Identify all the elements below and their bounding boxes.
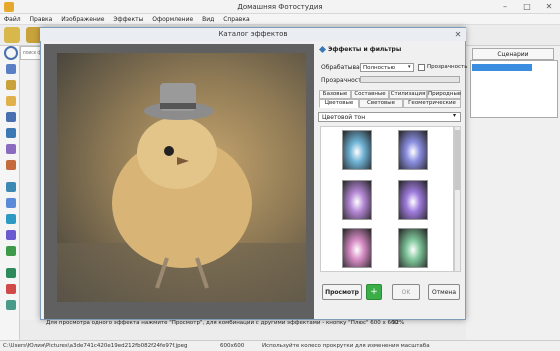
blur-tool-icon[interactable] (6, 198, 16, 208)
preview-button[interactable]: Просмотр (322, 284, 362, 300)
effects-panel-title: Эффекты и фильтры (328, 46, 402, 53)
thumbnail-3[interactable] (342, 180, 372, 220)
thumbnail-4[interactable] (398, 180, 428, 220)
eye-tool-icon[interactable] (6, 182, 16, 192)
plus-icon[interactable]: + (366, 284, 382, 300)
maximize-icon[interactable]: □ (516, 0, 538, 13)
text-tool-icon[interactable] (6, 284, 16, 294)
lasso-tool-icon[interactable] (6, 80, 16, 90)
tab-composite[interactable]: Составные (351, 90, 389, 99)
preview-image (57, 53, 306, 302)
shape-tool-icon[interactable] (6, 300, 16, 310)
chevron-down-icon: ▾ (408, 64, 411, 70)
ok-button[interactable]: OK (392, 284, 420, 300)
tab-natural[interactable]: Природные (427, 90, 461, 99)
search-icon[interactable] (4, 46, 18, 60)
tab-light[interactable]: Световые (359, 99, 403, 108)
tab-scenarios[interactable]: Сценарии (472, 48, 554, 60)
tab-geometric[interactable]: Геометрические (403, 99, 461, 108)
dialog-close-icon[interactable]: ✕ (452, 29, 464, 40)
minimize-icon[interactable]: – (494, 0, 516, 13)
menu-view[interactable]: Вид (198, 14, 217, 23)
link-tool-icon[interactable] (6, 268, 16, 278)
thumbnail-1[interactable] (342, 130, 372, 170)
layers-tool-icon[interactable] (6, 246, 16, 256)
scenarios-selected-item[interactable] (472, 64, 532, 71)
menu-image[interactable]: Изображение (57, 14, 107, 23)
open-icon[interactable] (4, 27, 20, 43)
menu-effects[interactable]: Эффекты (109, 14, 146, 23)
tab-basic[interactable]: Базовые (319, 90, 351, 99)
tools-panel (0, 46, 20, 340)
scrollbar-thumb[interactable] (455, 130, 460, 190)
filter-select[interactable]: Цветовой тон (318, 112, 461, 122)
thumbnail-6[interactable] (398, 228, 428, 268)
zoom-tool-icon[interactable] (6, 96, 16, 106)
chick-illustration (57, 83, 306, 302)
status-hint: Используйте колесо прокрутки для изменен… (262, 343, 430, 349)
brush-tool-icon[interactable] (6, 128, 16, 138)
thumbnail-grid[interactable] (320, 126, 454, 272)
menu-design[interactable]: Оформление (148, 14, 196, 23)
thumbnail-5[interactable] (342, 228, 372, 268)
filter-chevron-down-icon: ▾ (453, 112, 457, 119)
tab-stylization[interactable]: Стилизация (389, 90, 427, 99)
fill-tool-icon[interactable] (6, 160, 16, 170)
close-icon[interactable]: ✕ (538, 0, 560, 13)
menu-file[interactable]: Файл (0, 14, 24, 23)
pen-tool-icon[interactable] (6, 144, 16, 154)
process-select[interactable]: Полностью (360, 63, 414, 72)
thumbnail-2[interactable] (398, 130, 428, 170)
status-file-path: C:\Users\Юлия\Pictures\a3de741c420e19ed2… (3, 343, 188, 349)
menu-bar: Файл Правка Изображение Эффекты Оформлен… (0, 14, 560, 25)
dodge-tool-icon[interactable] (6, 214, 16, 224)
dialog-title: Каталог эффектов (40, 28, 466, 41)
menu-edit[interactable]: Правка (26, 14, 56, 23)
pointer-tool-icon[interactable] (6, 64, 16, 74)
crop-tool-icon[interactable] (6, 112, 16, 122)
menu-help[interactable]: Справка (219, 14, 252, 23)
app-title: Домашняя Фотостудия (237, 3, 323, 11)
clone-tool-icon[interactable] (6, 230, 16, 240)
transparency-checkbox[interactable] (418, 64, 425, 71)
status-image-size: 600x600 (220, 343, 245, 349)
zoom-readout: 92% (392, 320, 405, 326)
cancel-button[interactable]: Отмена (428, 284, 460, 300)
status-bar: C:\Users\Юлия\Pictures\a3de741c420e19ed2… (0, 340, 560, 351)
transparency-check-label: Прозрачность (427, 64, 468, 70)
transparency-slider[interactable] (360, 76, 460, 83)
tab-color[interactable]: Цветовые (319, 99, 359, 108)
